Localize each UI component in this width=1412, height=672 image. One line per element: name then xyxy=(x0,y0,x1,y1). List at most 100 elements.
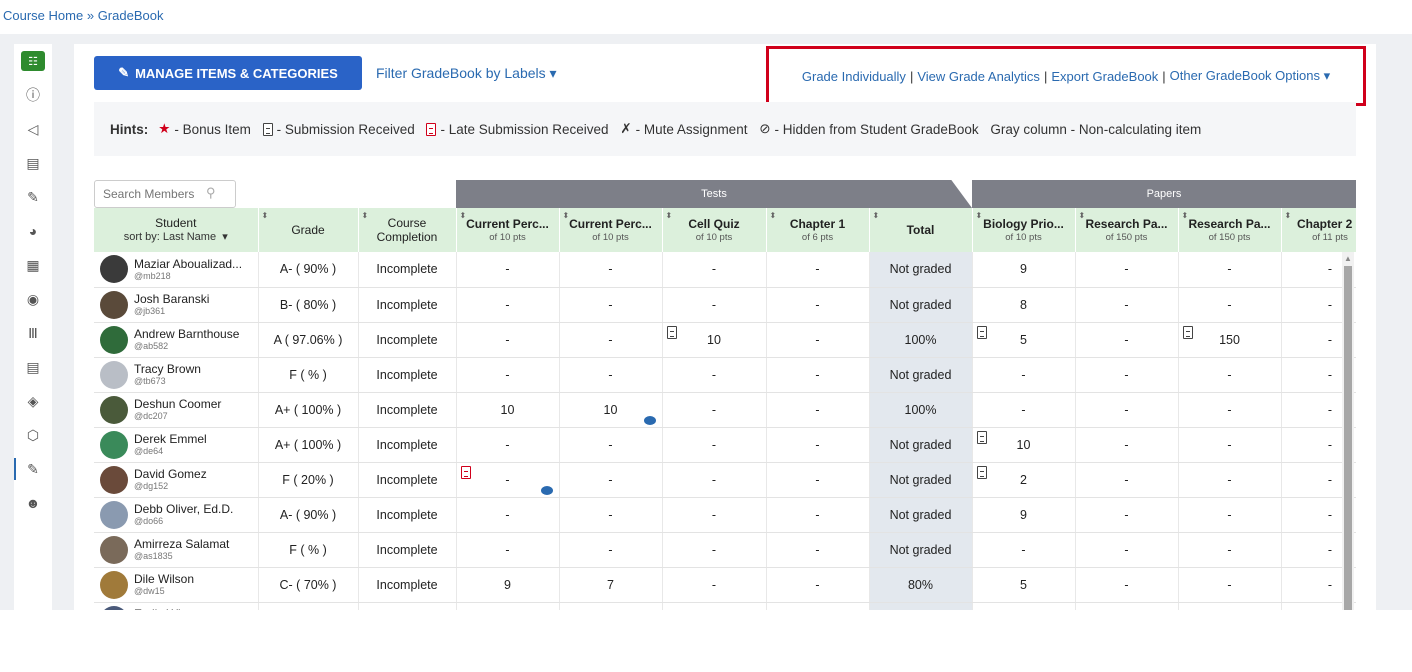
score-cell[interactable]: - xyxy=(559,602,663,610)
score-cell[interactable]: - xyxy=(662,392,767,428)
student-cell[interactable]: Maziar Aboualizad... @mb218 xyxy=(94,252,259,288)
score-cell[interactable]: - xyxy=(662,567,767,603)
score-cell[interactable]: - xyxy=(662,602,767,610)
score-cell[interactable]: - xyxy=(559,357,663,393)
scrollbar-thumb[interactable] xyxy=(1344,266,1352,610)
score-cell[interactable]: - xyxy=(766,287,870,323)
score-cell[interactable]: 5 xyxy=(972,322,1076,358)
student-name[interactable]: Amirreza Salamat xyxy=(134,538,254,551)
score-cell[interactable]: - xyxy=(1075,427,1179,463)
nav-item-notes[interactable]: ▤ xyxy=(14,350,52,384)
score-cell[interactable]: 10 xyxy=(559,392,663,428)
nav-item-modules[interactable]: ⬡ xyxy=(14,418,52,452)
score-cell[interactable]: - xyxy=(766,252,870,288)
student-cell[interactable]: Emily Winter@ew02 xyxy=(94,602,259,610)
column-header-current-perc-2[interactable]: ⬍ Current Perc... of 10 pts xyxy=(559,208,663,252)
score-cell[interactable]: 9 xyxy=(456,567,560,603)
student-name[interactable]: David Gomez xyxy=(134,468,254,481)
nav-item-info[interactable]: ⓘ xyxy=(14,78,52,112)
score-cell[interactable]: - xyxy=(766,357,870,393)
score-cell[interactable]: - xyxy=(456,357,560,393)
score-cell[interactable]: - xyxy=(1178,532,1282,568)
grade-cell[interactable]: F ( 0% ) xyxy=(258,602,359,610)
score-cell[interactable]: - xyxy=(1178,602,1282,610)
score-cell[interactable]: 2 xyxy=(972,462,1076,498)
score-cell[interactable]: 10 xyxy=(972,427,1076,463)
manage-items-button[interactable]: ✎ MANAGE ITEMS & CATEGORIES xyxy=(94,56,362,90)
student-name[interactable]: Maziar Aboualizad... xyxy=(134,258,254,271)
nav-item-web[interactable]: ◉ xyxy=(14,282,52,316)
score-cell[interactable]: - xyxy=(662,497,767,533)
scroll-up-arrow[interactable]: ▲ xyxy=(1344,254,1352,263)
student-name[interactable]: Emily Winter xyxy=(134,608,254,610)
student-cell[interactable]: Andrew Barnthouse @ab582 xyxy=(94,322,259,358)
score-cell[interactable]: 100% xyxy=(869,392,973,428)
score-cell[interactable]: - xyxy=(1178,287,1282,323)
student-name[interactable]: Tracy Brown xyxy=(134,363,254,376)
submission-icon[interactable] xyxy=(666,325,677,339)
sort-icon[interactable]: ⬍ xyxy=(362,211,369,221)
score-cell[interactable]: Not graded xyxy=(869,497,973,533)
other-options-dropdown[interactable]: Other GradeBook Options ▾ xyxy=(1170,68,1330,84)
grade-cell[interactable]: F ( % ) xyxy=(258,357,359,393)
score-cell[interactable]: 9 xyxy=(972,252,1076,288)
score-cell[interactable]: Not graded xyxy=(869,427,973,463)
sort-icon[interactable]: ⬍ xyxy=(460,211,467,221)
score-cell[interactable]: Not graded xyxy=(869,357,973,393)
score-cell[interactable]: - xyxy=(766,392,870,428)
score-cell[interactable]: - xyxy=(1075,497,1179,533)
student-cell[interactable]: Josh Baranski @jb361 xyxy=(94,287,259,323)
score-cell[interactable]: - xyxy=(972,532,1076,568)
score-cell[interactable]: - xyxy=(1075,392,1179,428)
student-cell[interactable]: David Gomez @dg152 xyxy=(94,462,259,498)
score-cell[interactable]: - xyxy=(456,462,560,498)
nav-item-gradebook[interactable]: ✎ xyxy=(14,452,52,486)
submission-icon[interactable] xyxy=(976,465,987,479)
student-name[interactable]: Debb Oliver, Ed.D. xyxy=(134,503,254,516)
student-cell[interactable]: Amirreza Salamat @as1835 xyxy=(94,532,259,568)
nav-item-dashboard[interactable]: ☷ xyxy=(14,44,52,78)
score-cell[interactable]: - xyxy=(1075,322,1179,358)
nav-item-members[interactable]: ☻ xyxy=(14,486,52,520)
score-cell[interactable]: - xyxy=(559,252,663,288)
student-cell[interactable]: Tracy Brown @tb673 xyxy=(94,357,259,393)
score-cell[interactable]: - xyxy=(1075,287,1179,323)
grade-cell[interactable]: A- ( 90% ) xyxy=(258,252,359,288)
column-header-chapter-2[interactable]: ⬍ Chapter 2 Lof 11 pts xyxy=(1281,208,1356,252)
sort-icon[interactable]: ⬍ xyxy=(1285,211,1292,221)
score-cell[interactable]: - xyxy=(559,497,663,533)
score-cell[interactable]: - xyxy=(559,462,663,498)
student-cell[interactable]: Derek Emmel @de64 xyxy=(94,427,259,463)
student-name[interactable]: Deshun Coomer xyxy=(134,398,254,411)
score-cell[interactable]: 9 xyxy=(972,497,1076,533)
student-name[interactable]: Andrew Barnthouse xyxy=(134,328,254,341)
score-cell[interactable]: - xyxy=(1075,567,1179,603)
nav-item-library[interactable]: Ⅲ xyxy=(14,316,52,350)
score-cell[interactable]: - xyxy=(662,462,767,498)
comment-icon[interactable] xyxy=(643,415,656,425)
nav-item-quizzes[interactable]: ◕ xyxy=(14,214,52,248)
grade-individually-link[interactable]: Grade Individually xyxy=(802,69,906,84)
grade-cell[interactable]: F ( 20% ) xyxy=(258,462,359,498)
student-name[interactable]: Josh Baranski xyxy=(134,293,254,306)
score-cell[interactable]: - xyxy=(766,427,870,463)
column-header-current-perc-1[interactable]: ⬍ Current Perc... of 10 pts xyxy=(456,208,560,252)
score-cell[interactable]: - xyxy=(662,532,767,568)
column-header-completion[interactable]: ⬍ Course Completion xyxy=(358,208,457,252)
score-cell[interactable]: 10 xyxy=(456,392,560,428)
score-cell[interactable]: Not graded xyxy=(869,602,973,610)
nav-item-badges[interactable]: ◈ xyxy=(14,384,52,418)
score-cell[interactable]: - xyxy=(1178,392,1282,428)
score-cell[interactable]: - xyxy=(1075,532,1179,568)
grade-cell[interactable]: A ( 97.06% ) xyxy=(258,322,359,358)
score-cell[interactable]: - xyxy=(456,532,560,568)
score-cell[interactable]: - xyxy=(456,287,560,323)
score-cell[interactable]: - xyxy=(972,392,1076,428)
score-cell[interactable]: Not graded xyxy=(869,532,973,568)
score-cell[interactable]: 10 xyxy=(662,322,767,358)
score-cell[interactable]: - xyxy=(1178,357,1282,393)
score-cell[interactable]: - xyxy=(766,532,870,568)
score-cell[interactable]: - xyxy=(1075,462,1179,498)
score-cell[interactable]: 5 xyxy=(972,567,1076,603)
score-cell[interactable]: - xyxy=(559,287,663,323)
